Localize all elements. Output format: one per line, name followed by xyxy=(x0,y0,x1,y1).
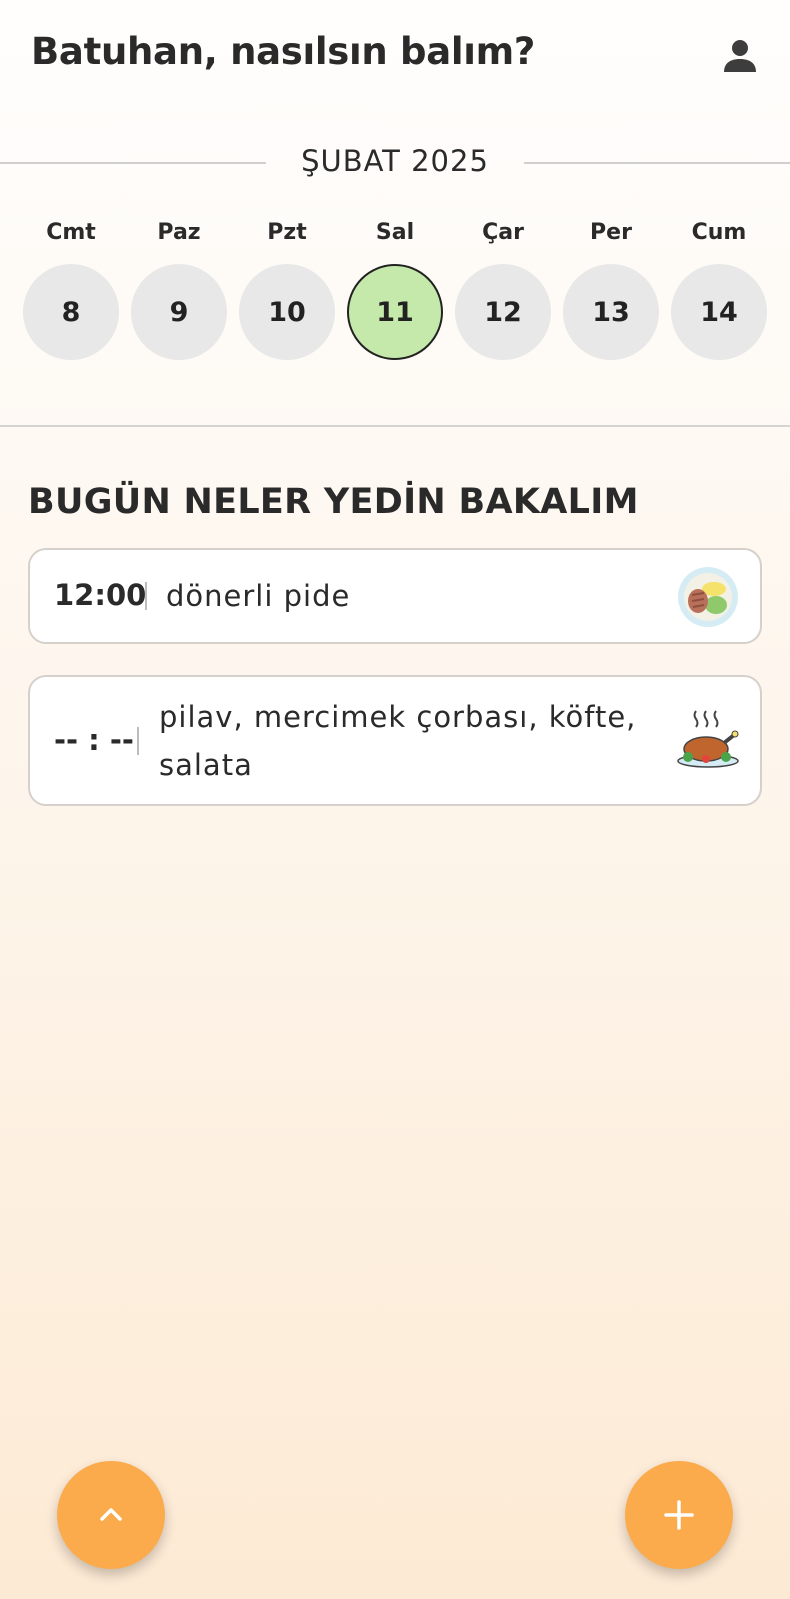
scroll-up-button[interactable] xyxy=(57,1461,165,1569)
meal-time: 12:00 xyxy=(54,578,147,612)
day-item-cmt[interactable]: Cmt 8 xyxy=(23,218,119,360)
add-meal-button[interactable] xyxy=(625,1461,733,1569)
header: Batuhan, nasılsın balım? xyxy=(0,0,790,110)
meal-time: -- : -- xyxy=(54,723,134,757)
roast-chicken-icon xyxy=(677,710,739,768)
day-name: Cmt xyxy=(46,220,96,245)
day-item-car[interactable]: Çar 12 xyxy=(455,218,551,360)
separator xyxy=(137,727,139,755)
month-header: ŞUBAT 2025 xyxy=(0,140,790,186)
divider-line xyxy=(0,162,266,164)
profile-button[interactable] xyxy=(718,34,762,78)
day-number[interactable]: 10 xyxy=(239,264,335,360)
day-number[interactable]: 12 xyxy=(455,264,551,360)
meal-description: pilav, mercimek çorbası, köfte, salata xyxy=(159,700,637,782)
day-item-cum[interactable]: Cum 14 xyxy=(671,218,767,360)
day-name: Pzt xyxy=(267,220,307,245)
day-name: Çar xyxy=(482,220,524,245)
meal-description: dönerli pide xyxy=(166,579,351,613)
day-number[interactable]: 14 xyxy=(671,264,767,360)
section-divider xyxy=(0,425,790,427)
doner-plate-icon xyxy=(678,567,738,627)
person-icon xyxy=(724,40,756,72)
plus-icon xyxy=(664,1500,694,1530)
day-item-sal-selected[interactable]: Sal 11 xyxy=(347,218,443,360)
meal-card[interactable]: 12:00 dönerli pide xyxy=(28,548,762,644)
day-item-pzt[interactable]: Pzt 10 xyxy=(239,218,335,360)
day-name: Cum xyxy=(691,220,747,245)
day-name: Sal xyxy=(375,220,415,245)
day-name: Per xyxy=(590,220,632,245)
day-number[interactable]: 9 xyxy=(131,264,227,360)
separator xyxy=(145,582,147,610)
chevron-up-icon xyxy=(100,1508,122,1521)
section-title: BUGÜN NELER YEDİN BAKALIM xyxy=(28,482,639,522)
day-number[interactable]: 13 xyxy=(563,264,659,360)
meal-card[interactable]: -- : -- pilav, mercimek çorbası, köfte, … xyxy=(28,675,762,806)
day-item-paz[interactable]: Paz 9 xyxy=(131,218,227,360)
day-name: Paz xyxy=(157,220,201,245)
day-number[interactable]: 8 xyxy=(23,264,119,360)
month-label: ŞUBAT 2025 xyxy=(301,144,489,178)
day-number[interactable]: 11 xyxy=(347,264,443,360)
day-item-per[interactable]: Per 13 xyxy=(563,218,659,360)
greeting-title: Batuhan, nasılsın balım? xyxy=(31,30,536,73)
week-day-selector: Cmt 8 Paz 9 Pzt 10 Sal 11 Çar 12 Per 13 … xyxy=(23,218,767,368)
divider-line xyxy=(524,162,790,164)
